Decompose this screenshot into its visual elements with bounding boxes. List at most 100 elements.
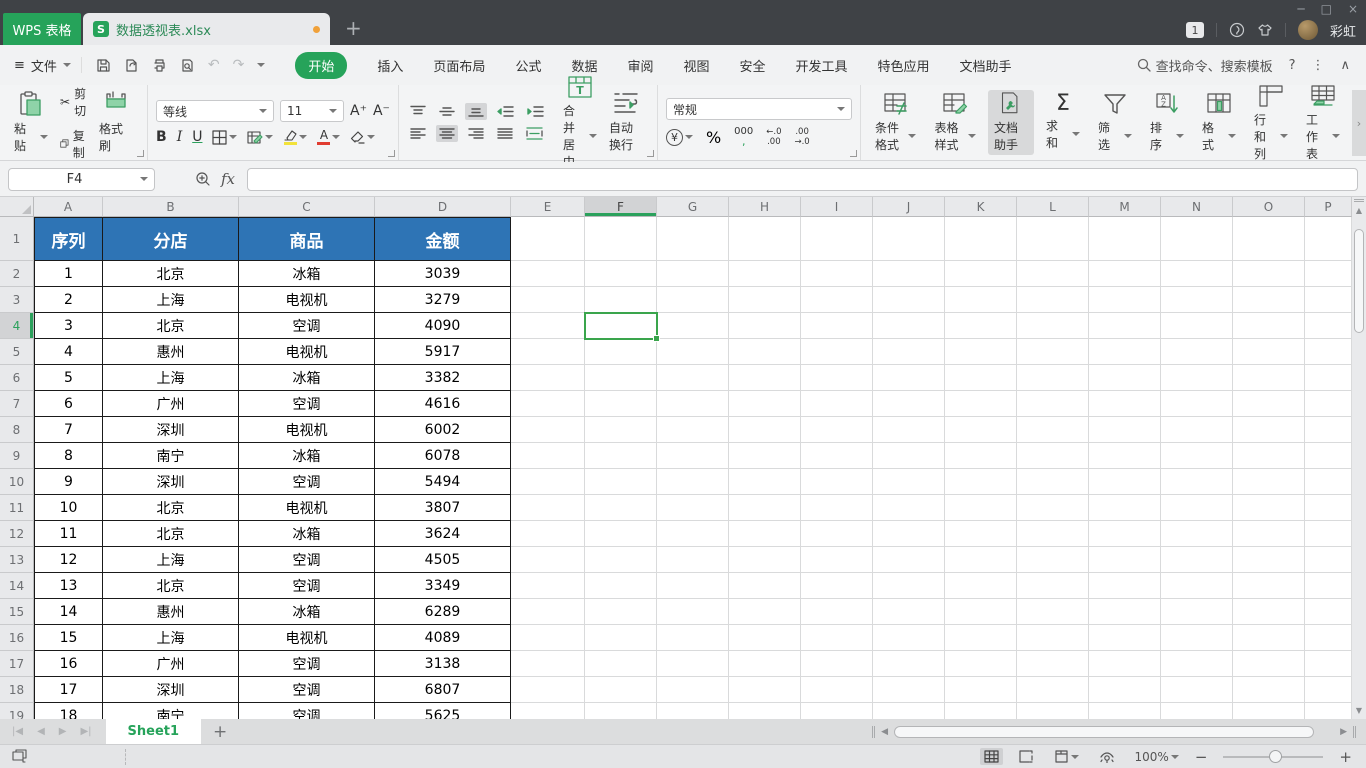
grid-cell-O16[interactable] (1233, 625, 1305, 651)
grid-cell-C5[interactable]: 电视机 (239, 339, 375, 365)
print-button[interactable] (152, 58, 167, 73)
grid-cell-C13[interactable]: 空调 (239, 547, 375, 573)
grid-cell-P5[interactable] (1305, 339, 1352, 365)
grid-cell-H7[interactable] (729, 391, 801, 417)
grid-cell-E4[interactable] (511, 313, 585, 339)
grid-cell-E8[interactable] (511, 417, 585, 443)
command-search[interactable]: 查找命令、搜索模板 (1137, 56, 1273, 75)
grid-cell-J4[interactable] (873, 313, 945, 339)
grid-cell-P2[interactable] (1305, 261, 1352, 287)
row-header-11[interactable]: 11 (0, 495, 34, 521)
file-menu[interactable]: ≡ 文件 (0, 56, 81, 75)
grid-cell-L3[interactable] (1017, 287, 1089, 313)
grid-cell-L7[interactable] (1017, 391, 1089, 417)
sort-button[interactable]: A Z 排序 (1144, 90, 1190, 155)
wrap-text-button[interactable]: 自动换行 (603, 90, 649, 155)
grid-cell-D5[interactable]: 5917 (375, 339, 511, 365)
grid-cell-H15[interactable] (729, 599, 801, 625)
grid-cell-N3[interactable] (1161, 287, 1233, 313)
grid-cell-M1[interactable] (1089, 217, 1161, 261)
grid-cell-P7[interactable] (1305, 391, 1352, 417)
copy-button[interactable]: 复制 (60, 127, 89, 161)
justify-button[interactable] (494, 125, 516, 142)
grid-cell-B19[interactable]: 南宁 (103, 703, 239, 719)
skin-theme-icon[interactable] (1257, 22, 1273, 38)
table-style-button[interactable]: 表格样式 (928, 90, 982, 155)
grid-cell-O5[interactable] (1233, 339, 1305, 365)
grid-cell-E11[interactable] (511, 495, 585, 521)
grid-cell-A6[interactable]: 5 (34, 365, 103, 391)
grid-cell-H13[interactable] (729, 547, 801, 573)
grid-cell-D2[interactable]: 3039 (375, 261, 511, 287)
formula-input[interactable] (247, 168, 1358, 191)
grid-cell-J8[interactable] (873, 417, 945, 443)
grid-cell-J1[interactable] (873, 217, 945, 261)
grid-cell-N17[interactable] (1161, 651, 1233, 677)
column-header-P[interactable]: P (1305, 197, 1352, 217)
grid-cell-M6[interactable] (1089, 365, 1161, 391)
column-header-A[interactable]: A (34, 197, 103, 217)
grid-cell-K17[interactable] (945, 651, 1017, 677)
grid-cell-C14[interactable]: 空调 (239, 573, 375, 599)
grid-cell-G12[interactable] (657, 521, 729, 547)
comma-style-button[interactable]: 000 , (734, 127, 753, 147)
grid-cell-L17[interactable] (1017, 651, 1089, 677)
grid-cell-K3[interactable] (945, 287, 1017, 313)
grid-cell-I6[interactable] (801, 365, 873, 391)
user-avatar[interactable] (1298, 20, 1318, 40)
grid-cell-P10[interactable] (1305, 469, 1352, 495)
grid-cell-O13[interactable] (1233, 547, 1305, 573)
grid-cell-A19[interactable]: 18 (34, 703, 103, 719)
column-header-N[interactable]: N (1161, 197, 1233, 217)
grid-cell-A10[interactable]: 9 (34, 469, 103, 495)
grid-cell-E9[interactable] (511, 443, 585, 469)
grid-cell-B9[interactable]: 南宁 (103, 443, 239, 469)
grid-cell-N15[interactable] (1161, 599, 1233, 625)
grid-cell-C19[interactable]: 空调 (239, 703, 375, 719)
grid-cell-J19[interactable] (873, 703, 945, 719)
grid-cell-E14[interactable] (511, 573, 585, 599)
sum-button[interactable]: Σ 求和 (1040, 92, 1086, 153)
add-sheet-button[interactable]: + (201, 722, 239, 742)
number-format-combo[interactable]: 常规 (666, 98, 852, 120)
column-header-I[interactable]: I (801, 197, 873, 217)
grid-cell-I12[interactable] (801, 521, 873, 547)
grid-cell-C17[interactable]: 空调 (239, 651, 375, 677)
grid-cell-N14[interactable] (1161, 573, 1233, 599)
grid-cell-N2[interactable] (1161, 261, 1233, 287)
grid-cell-P14[interactable] (1305, 573, 1352, 599)
row-header-5[interactable]: 5 (0, 339, 34, 365)
clear-format-button[interactable] (350, 131, 375, 144)
tab-data[interactable]: 数据 (571, 56, 597, 75)
grid-cell-I9[interactable] (801, 443, 873, 469)
font-size-combo[interactable]: 11 (280, 100, 344, 122)
grid-cell-O19[interactable] (1233, 703, 1305, 719)
distributed-button[interactable] (523, 125, 546, 142)
grid-cell-K6[interactable] (945, 365, 1017, 391)
zoom-slider[interactable] (1223, 756, 1323, 758)
row-header-7[interactable]: 7 (0, 391, 34, 417)
dialog-launcher-icon[interactable] (388, 150, 395, 157)
grid-cell-F10[interactable] (585, 469, 657, 495)
grid-cell-B13[interactable]: 上海 (103, 547, 239, 573)
align-top-button[interactable] (407, 103, 429, 120)
grid-cell-I2[interactable] (801, 261, 873, 287)
grid-cell-E10[interactable] (511, 469, 585, 495)
grid-cell-N5[interactable] (1161, 339, 1233, 365)
grid-cell-M17[interactable] (1089, 651, 1161, 677)
grid-cell-K15[interactable] (945, 599, 1017, 625)
grid-cell-O6[interactable] (1233, 365, 1305, 391)
grid-cell-K10[interactable] (945, 469, 1017, 495)
grid-cell-L5[interactable] (1017, 339, 1089, 365)
prev-sheet-button[interactable]: ◀ (37, 726, 45, 737)
grid-cell-L4[interactable] (1017, 313, 1089, 339)
grid-cell-I11[interactable] (801, 495, 873, 521)
grid-cell-P6[interactable] (1305, 365, 1352, 391)
grid-cell-C6[interactable]: 冰箱 (239, 365, 375, 391)
dialog-launcher-icon[interactable] (647, 150, 654, 157)
grid-cell-L13[interactable] (1017, 547, 1089, 573)
grid-cell-F9[interactable] (585, 443, 657, 469)
grid-cell-E18[interactable] (511, 677, 585, 703)
vertical-scroll-thumb[interactable] (1354, 229, 1364, 333)
grid-cell-P1[interactable] (1305, 217, 1352, 261)
